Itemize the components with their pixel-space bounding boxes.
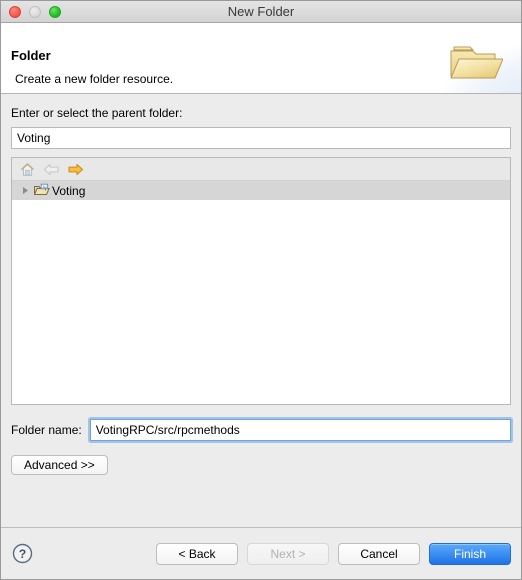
tree-row-label: Voting xyxy=(52,183,86,198)
wizard-banner: Folder Create a new folder resource. xyxy=(1,23,521,94)
back-button[interactable]: < Back xyxy=(156,542,238,565)
project-folder-icon xyxy=(32,183,50,199)
zoom-button[interactable] xyxy=(49,5,61,18)
parent-folder-label: Enter or select the parent folder: xyxy=(11,106,183,120)
advanced-button[interactable]: Advanced >> xyxy=(11,455,108,475)
folder-tree-panel: Voting xyxy=(11,157,511,405)
dialog-footer: ? < Back Next > Cancel Finish xyxy=(1,527,521,579)
folder-tree[interactable]: Voting xyxy=(12,181,510,404)
tree-toolbar xyxy=(12,158,510,181)
folder-name-input[interactable] xyxy=(89,419,511,441)
forward-arrow-icon[interactable] xyxy=(66,161,84,178)
home-icon[interactable] xyxy=(18,161,36,178)
page-title: Folder xyxy=(11,48,51,63)
help-icon[interactable]: ? xyxy=(11,543,33,565)
title-bar: New Folder xyxy=(1,1,521,23)
folder-name-row: Folder name: xyxy=(11,419,511,441)
window-title: New Folder xyxy=(227,4,295,19)
parent-folder-input[interactable] xyxy=(11,127,511,149)
wizard-content: Enter or select the parent folder: Votin… xyxy=(1,94,521,527)
open-folder-icon xyxy=(445,40,504,86)
cancel-button[interactable]: Cancel xyxy=(338,542,420,565)
back-arrow-icon xyxy=(42,161,60,178)
folder-name-label: Folder name: xyxy=(11,423,82,437)
collapsed-triangle-icon[interactable] xyxy=(18,184,32,198)
new-folder-dialog: New Folder Folder Create a new folder re… xyxy=(0,0,522,580)
finish-button[interactable]: Finish xyxy=(429,542,511,565)
close-button[interactable] xyxy=(9,5,21,18)
minimize-button[interactable] xyxy=(29,5,41,18)
page-description: Create a new folder resource. xyxy=(15,72,174,86)
window-controls xyxy=(1,5,61,18)
svg-text:?: ? xyxy=(18,547,25,561)
next-button: Next > xyxy=(247,542,329,565)
tree-row[interactable]: Voting xyxy=(12,181,510,200)
